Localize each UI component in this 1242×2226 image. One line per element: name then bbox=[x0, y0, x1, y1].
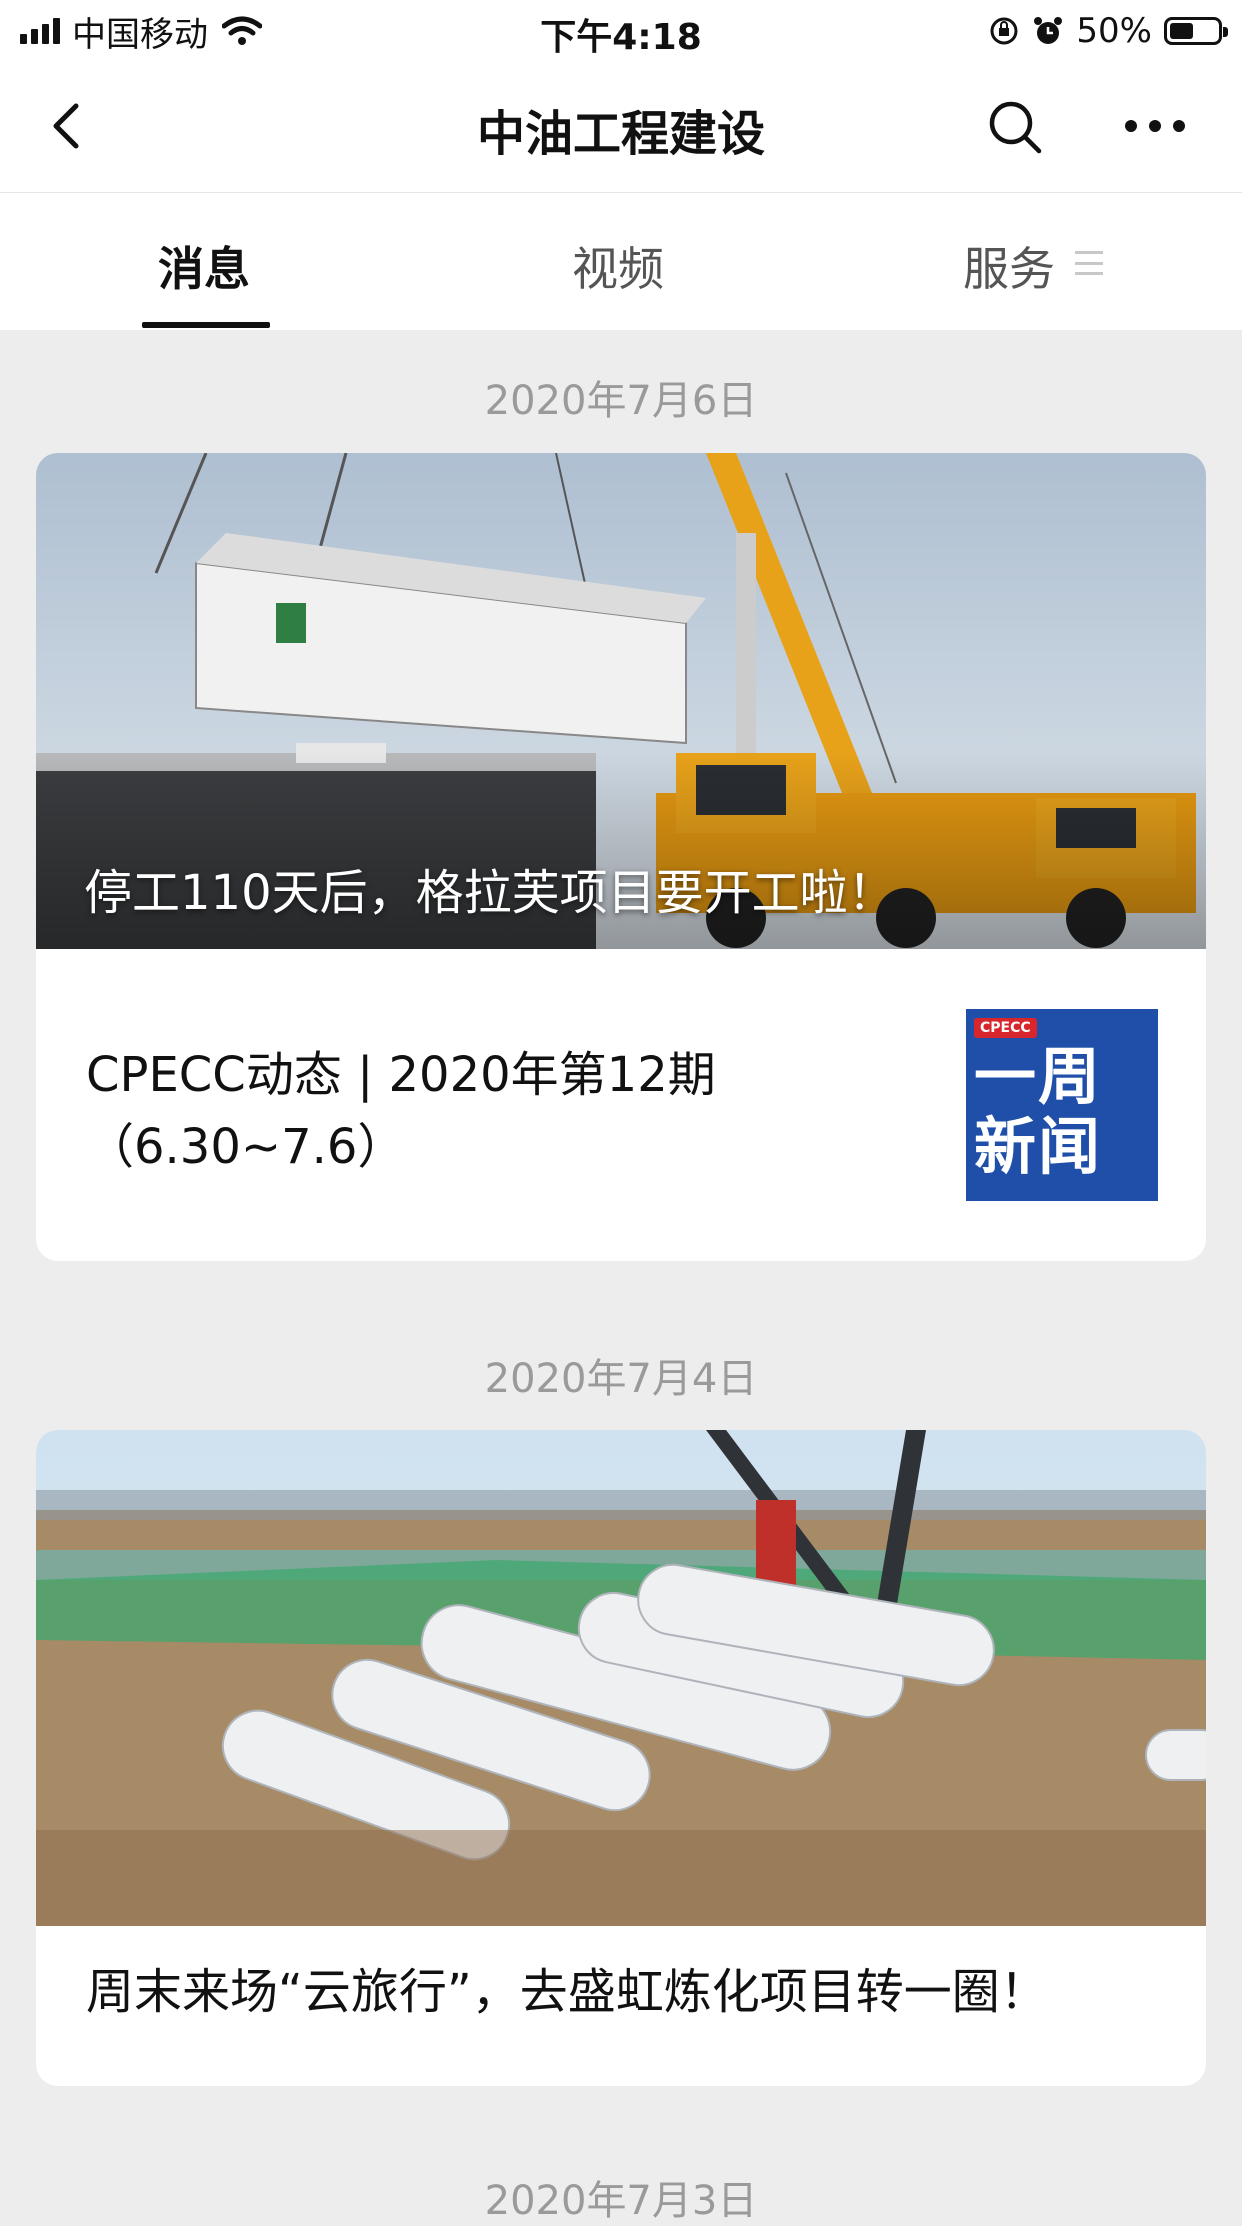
cover-image-tanks bbox=[36, 1430, 1206, 1926]
thumb-brand-label: CPECC bbox=[974, 1018, 1037, 1038]
battery-percent: 50% bbox=[1076, 11, 1152, 51]
article-title-main: 周末来场“云旅行”，去盛虹炼化项目转一圈！ bbox=[86, 1964, 1048, 2020]
tab-videos[interactable]: 视频 bbox=[572, 233, 664, 299]
status-bar: 中国移动 下午4:18 50% bbox=[0, 0, 1242, 62]
nav-bar: 中油工程建设 bbox=[0, 62, 1242, 193]
search-icon bbox=[989, 101, 1042, 154]
article-cover[interactable] bbox=[36, 1430, 1206, 1926]
thumb-text-line2: 新闻 bbox=[974, 1110, 1103, 1183]
article-title-sub: CPECC动态 | 2020年第12期（6.30~7.6） bbox=[86, 1047, 716, 1175]
more-button[interactable] bbox=[1125, 114, 1195, 138]
tab-services[interactable]: 服务 bbox=[963, 233, 1055, 299]
menu-lines-icon bbox=[1075, 251, 1103, 275]
article-sub-item[interactable]: CPECC动态 | 2020年第12期（6.30~7.6） CPECC 一周 新… bbox=[36, 949, 1206, 1261]
article-title-main: 停工110天后，格拉芙项目要开工啦！ bbox=[84, 865, 896, 921]
article-card[interactable]: 周末来场“云旅行”，去盛虹炼化项目转一圈！ bbox=[36, 1430, 1206, 2086]
article-thumbnail: CPECC 一周 新闻 bbox=[966, 1009, 1158, 1201]
tab-messages[interactable]: 消息 bbox=[158, 233, 250, 299]
date-label: 2020年7月6日 bbox=[484, 378, 758, 424]
page-title: 中油工程建设 bbox=[476, 106, 765, 162]
tab-bar: 消息 视频 服务 bbox=[0, 193, 1242, 330]
active-tab-indicator bbox=[142, 322, 270, 328]
date-label: 2020年7月3日 bbox=[484, 2178, 758, 2224]
article-card: 停工110天后，格拉芙项目要开工啦！ CPECC动态 | 2020年第12期（6… bbox=[36, 453, 1206, 1261]
alarm-icon bbox=[1034, 17, 1063, 44]
date-label: 2020年7月4日 bbox=[484, 1356, 758, 1402]
thumb-text-line1: 一周 bbox=[974, 1040, 1103, 1113]
battery-icon bbox=[1164, 17, 1228, 45]
status-right: 50% bbox=[988, 10, 1228, 52]
more-dots-icon bbox=[1125, 120, 1137, 132]
search-button[interactable] bbox=[985, 97, 1045, 157]
battery-fill bbox=[1170, 23, 1194, 39]
orientation-lock-icon bbox=[990, 17, 1018, 45]
article-cover[interactable]: 停工110天后，格拉芙项目要开工啦！ bbox=[36, 453, 1206, 949]
